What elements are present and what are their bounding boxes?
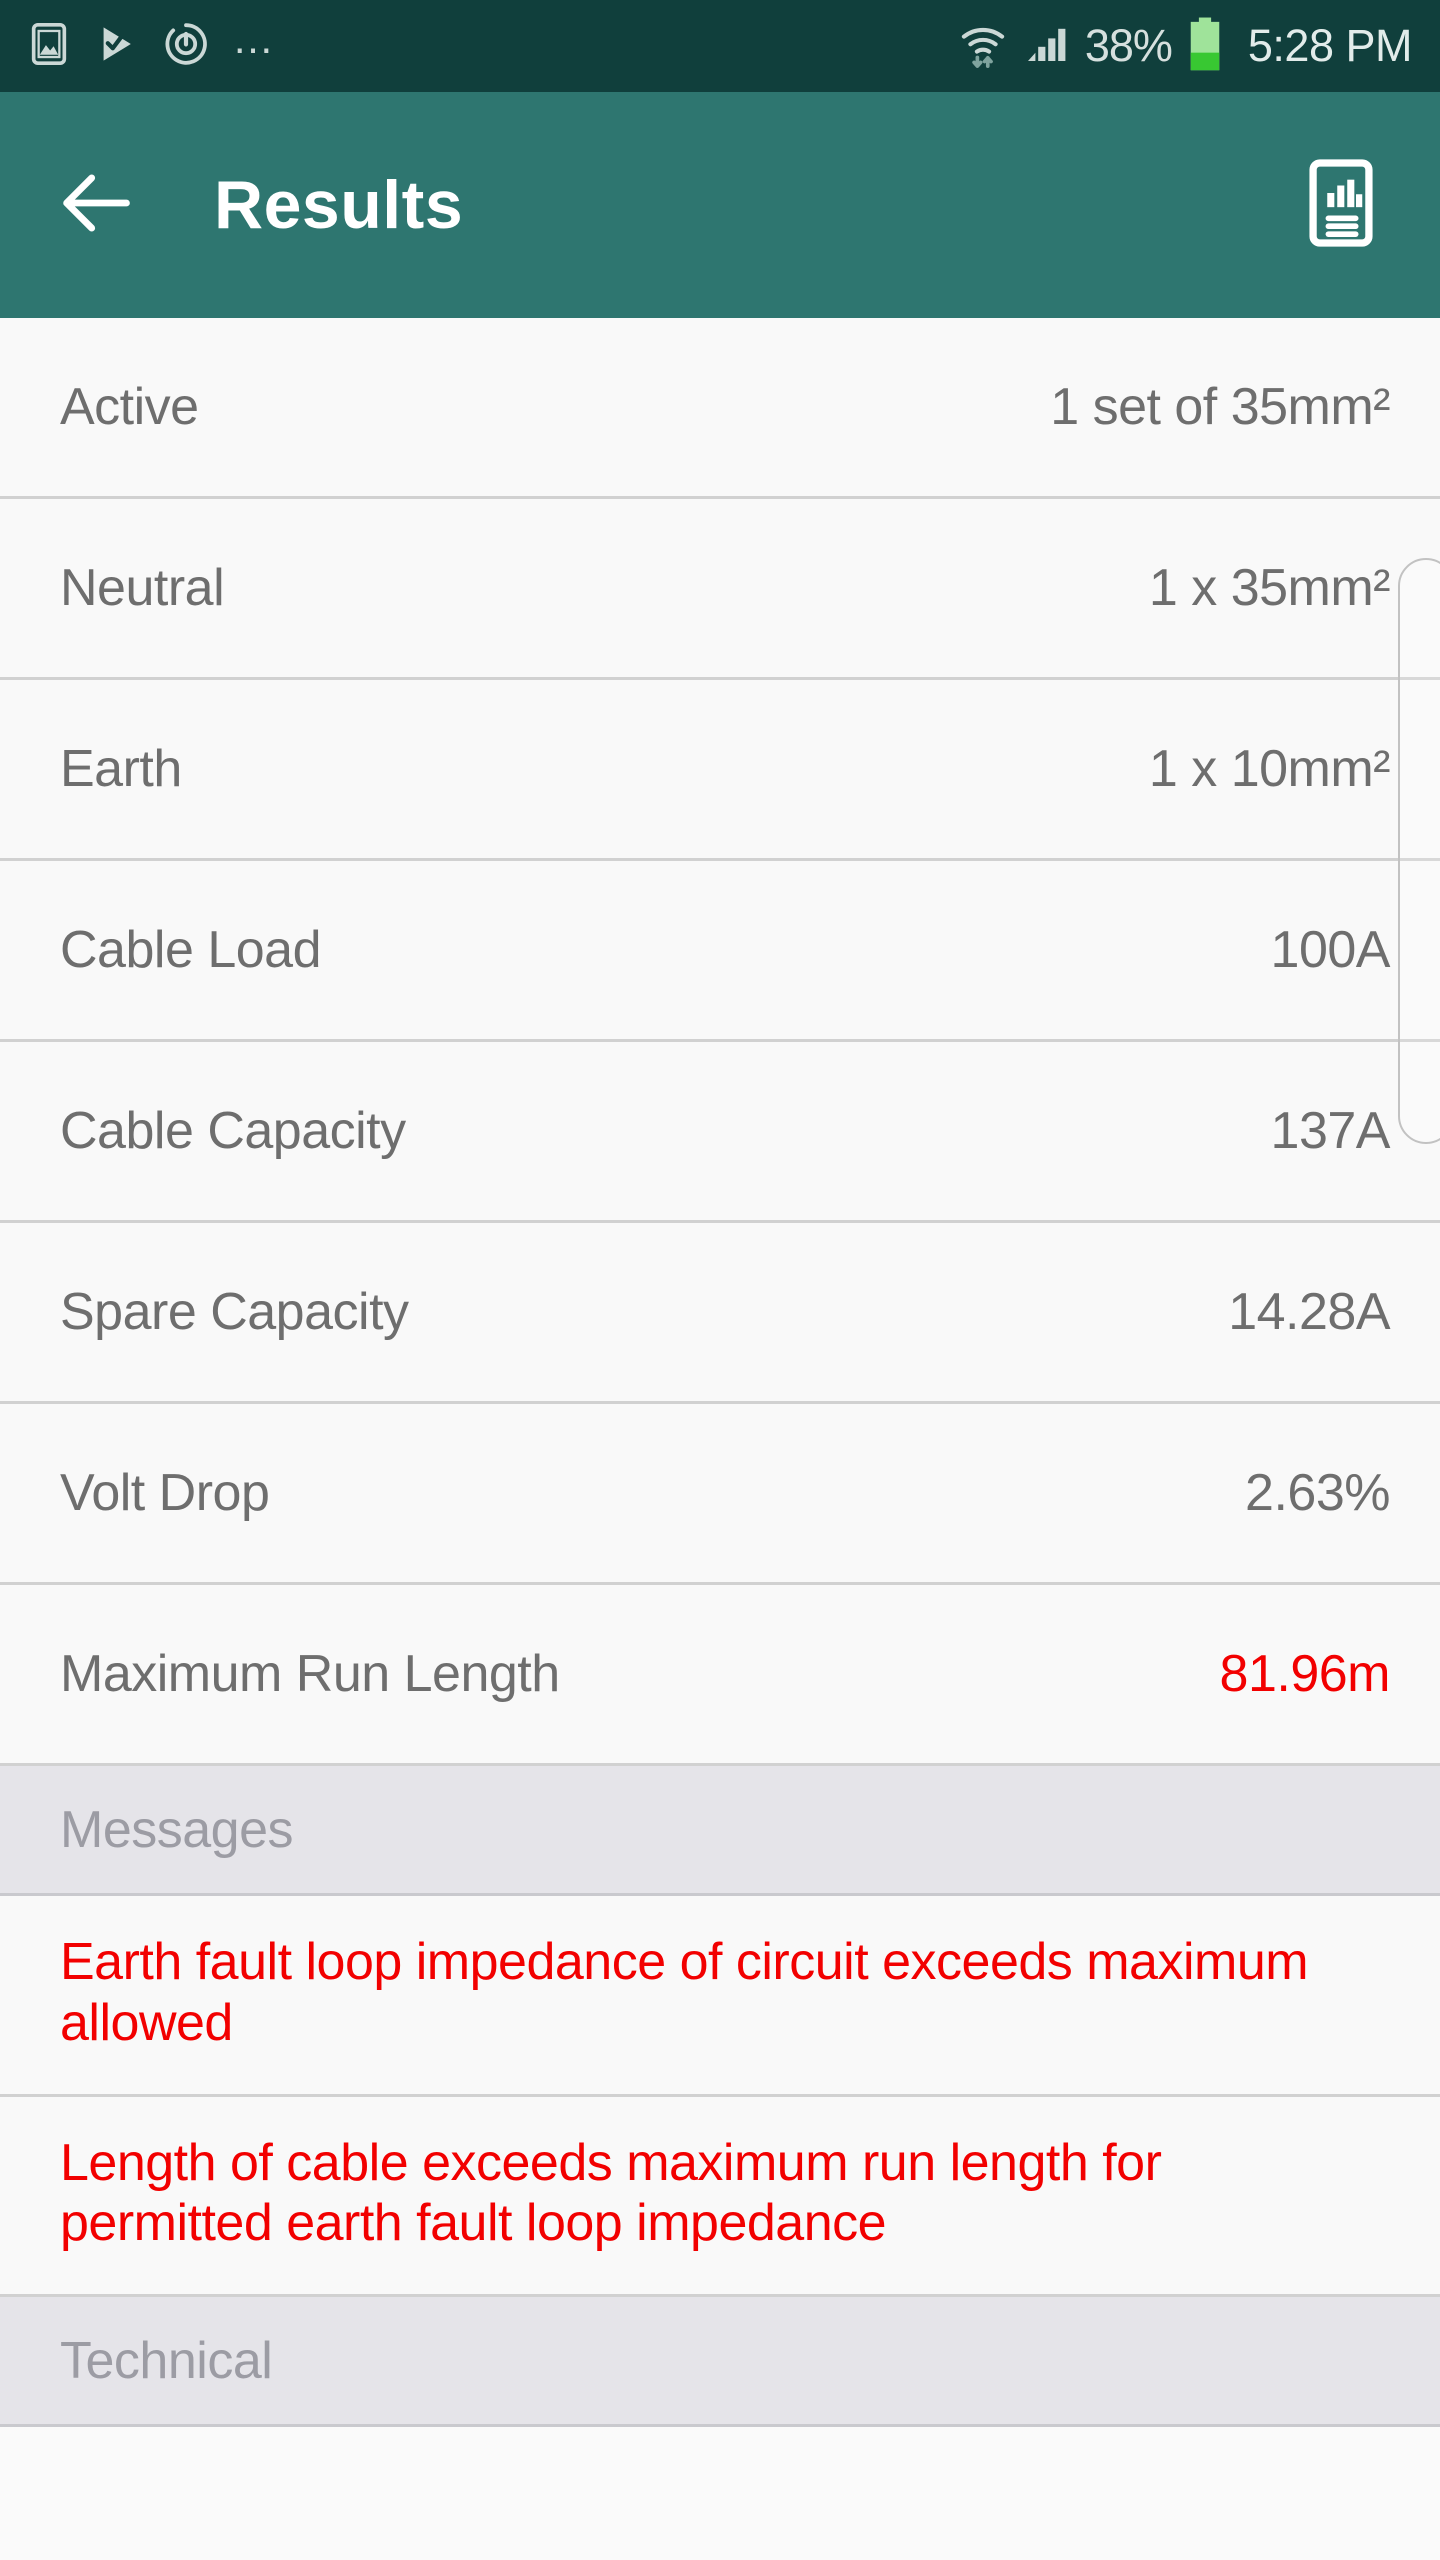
section-header-technical: Technical (0, 2297, 1440, 2428)
message-text: Earth fault loop impedance of circuit ex… (60, 1933, 1309, 2052)
result-row-label: Active (60, 378, 199, 436)
page-title: Results (214, 167, 464, 243)
back-arrow-icon (53, 160, 139, 251)
battery-icon (1186, 16, 1224, 77)
status-overflow-dots: … (232, 15, 278, 62)
screenshot-icon (26, 21, 72, 72)
result-row-label: Maximum Run Length (60, 1645, 560, 1703)
clock-label: 5:28 PM (1247, 20, 1413, 71)
result-row-value: 1 set of 35mm² (1050, 378, 1390, 436)
status-bar: … 38% 5:28 PM (0, 0, 1440, 92)
play-check-icon (94, 21, 140, 72)
section-header-label: Technical (60, 2331, 273, 2390)
result-row-value: 100A (1270, 921, 1391, 979)
message-text: Length of cable exceeds maximum run leng… (60, 2133, 1162, 2253)
app-bar: Results (0, 92, 1440, 318)
result-row-label: Cable Load (60, 921, 322, 979)
power-restart-icon (162, 20, 210, 73)
status-bar-notification-icons: … (26, 15, 278, 73)
result-row-value: 1 x 10mm² (1148, 740, 1391, 798)
result-row: Neutral 1 x 35mm² (0, 499, 1440, 680)
wifi-icon (957, 18, 1009, 75)
report-button[interactable] (1286, 150, 1396, 260)
result-row-label: Volt Drop (60, 1464, 270, 1522)
report-document-icon (1291, 153, 1391, 258)
result-row-value: 1 x 35mm² (1148, 559, 1391, 617)
result-row-label: Neutral (60, 559, 225, 617)
result-row-value: 137A (1270, 1102, 1391, 1160)
message-row: Length of cable exceeds maximum run leng… (0, 2096, 1440, 2298)
result-row: Cable Capacity 137A (0, 1042, 1440, 1223)
battery-percent-label: 38% (1084, 20, 1173, 71)
result-row-value: 2.63% (1245, 1464, 1390, 1522)
message-row: Earth fault loop impedance of circuit ex… (0, 1896, 1440, 2097)
result-row-value: 81.96m (1219, 1645, 1391, 1703)
result-row: Active 1 set of 35mm² (0, 318, 1440, 499)
result-row-label: Earth (60, 740, 182, 798)
results-list[interactable]: Active 1 set of 35mm² Neutral 1 x 35mm² Eart… (0, 318, 1440, 2428)
section-header-messages: Messages (0, 1766, 1440, 1896)
result-row: Maximum Run Length 81.96m (0, 1585, 1440, 1766)
result-row: Earth 1 x 10mm² (0, 680, 1440, 861)
result-row-label: Spare Capacity (60, 1283, 409, 1341)
result-row: Cable Load 100A (0, 861, 1440, 1042)
result-row: Volt Drop 2.63% (0, 1404, 1440, 1585)
signal-bars-icon (1023, 20, 1071, 73)
result-row-label: Cable Capacity (60, 1102, 406, 1160)
status-bar-system-icons: 38% 5:28 PM (957, 16, 1413, 77)
result-row: Spare Capacity 14.28A (0, 1223, 1440, 1404)
back-button[interactable] (48, 157, 144, 253)
result-row-value: 14.28A (1228, 1283, 1390, 1341)
section-header-label: Messages (60, 1800, 294, 1859)
